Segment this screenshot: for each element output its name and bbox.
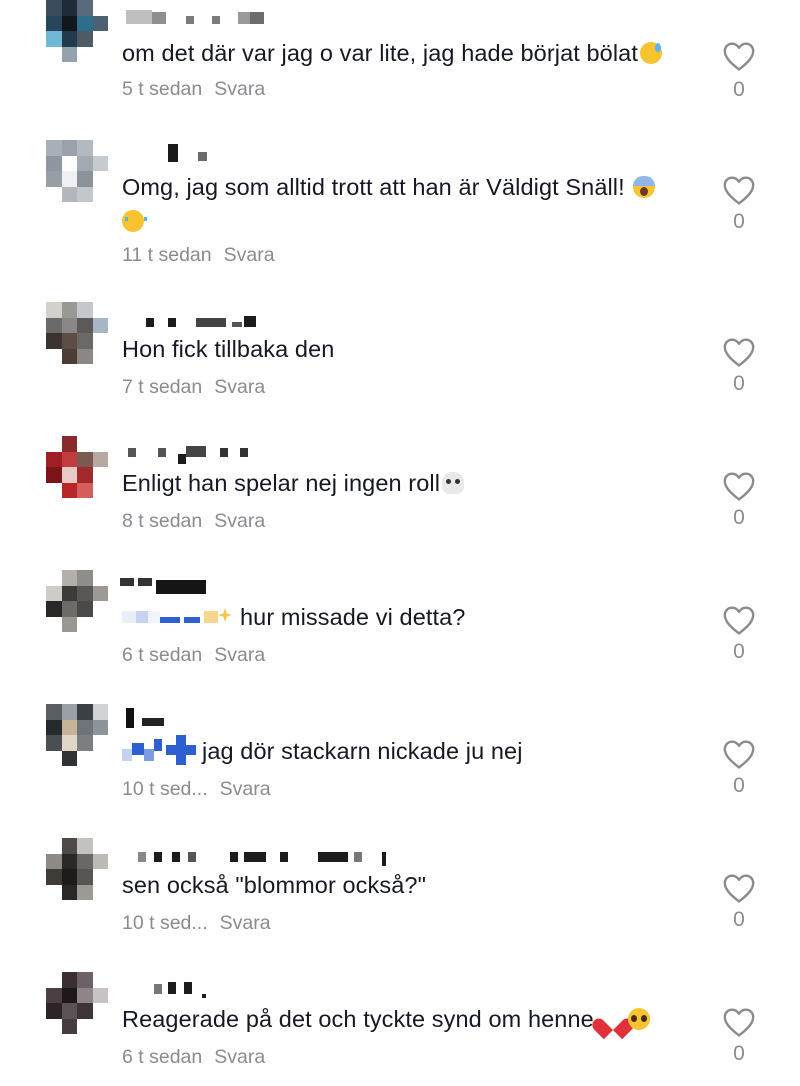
reply-button[interactable]: Svara bbox=[214, 376, 265, 398]
comment-meta: 5 t sedan Svara bbox=[122, 78, 265, 101]
skull-emoji bbox=[442, 472, 465, 494]
comment-meta: 11 t sedan Svara bbox=[122, 244, 275, 267]
comment-item: Hon fick tillbaka den 7 t sedan Svara 0 bbox=[0, 302, 800, 412]
comment-meta: 10 t sed... Svara bbox=[122, 778, 271, 801]
comment-item: hur missade vi detta? 6 t sedan Svara 0 bbox=[0, 570, 800, 680]
like-count: 0 bbox=[733, 210, 745, 233]
avatar[interactable] bbox=[46, 436, 108, 498]
avatar[interactable] bbox=[46, 570, 108, 632]
avatar[interactable] bbox=[46, 972, 108, 1034]
avatar[interactable] bbox=[46, 302, 108, 364]
comment-text: sen också "blommor också?" bbox=[122, 872, 427, 898]
timestamp: 10 t sed... bbox=[122, 778, 208, 800]
comment-item: Reagerade på det och tyckte synd om henn… bbox=[0, 972, 800, 1082]
avatar[interactable] bbox=[46, 0, 108, 62]
like-count: 0 bbox=[733, 774, 745, 797]
comment-item: om det där var jag o var lite, jag hade … bbox=[0, 0, 800, 130]
comment-item: jag dör stackarn nickade ju nej 10 t sed… bbox=[0, 704, 800, 814]
heart-outline-icon[interactable] bbox=[722, 470, 756, 502]
heart-outline-icon[interactable] bbox=[722, 604, 756, 636]
reply-button[interactable]: Svara bbox=[214, 78, 265, 100]
red-heart-emoji bbox=[602, 1008, 626, 1030]
like-count: 0 bbox=[733, 372, 745, 395]
like-count: 0 bbox=[733, 908, 745, 931]
timestamp: 10 t sed... bbox=[122, 912, 208, 934]
reply-button[interactable]: Svara bbox=[220, 778, 271, 800]
redacted-mention bbox=[122, 749, 132, 761]
comment-meta: 10 t sed... Svara bbox=[122, 912, 271, 935]
comment-meta: 7 t sedan Svara bbox=[122, 376, 265, 399]
crying-face-emoji bbox=[122, 210, 147, 232]
avatar[interactable] bbox=[46, 838, 108, 900]
reply-button[interactable]: Svara bbox=[214, 510, 265, 532]
comment-item: sen också "blommor också?" 10 t sed... Sv… bbox=[0, 838, 800, 948]
like-count: 0 bbox=[733, 78, 745, 101]
timestamp: 11 t sedan bbox=[122, 244, 212, 266]
username-redacted[interactable] bbox=[120, 310, 340, 330]
timestamp: 6 t sedan bbox=[122, 1046, 203, 1068]
redacted-mention bbox=[122, 611, 136, 623]
username-redacted[interactable] bbox=[120, 440, 340, 464]
username-redacted[interactable] bbox=[120, 706, 340, 728]
pleading-face-emoji bbox=[628, 1008, 651, 1030]
reply-button[interactable]: Svara bbox=[214, 1046, 265, 1068]
username-redacted[interactable] bbox=[120, 8, 340, 28]
comment-list: om det där var jag o var lite, jag hade … bbox=[0, 0, 800, 1086]
comment-text: Omg, jag som alltid trott att han är Väl… bbox=[122, 170, 702, 238]
blue-cross-emoji bbox=[166, 735, 196, 765]
reply-button[interactable]: Svara bbox=[224, 244, 275, 266]
like-count: 0 bbox=[733, 640, 745, 663]
heart-outline-icon[interactable] bbox=[722, 40, 756, 72]
timestamp: 6 t sedan bbox=[122, 644, 203, 666]
comment-text: Reagerade på det och tyckte synd om henn… bbox=[122, 1002, 702, 1036]
username-redacted[interactable] bbox=[120, 844, 386, 866]
heart-outline-icon[interactable] bbox=[722, 174, 756, 206]
reply-button[interactable]: Svara bbox=[214, 644, 265, 666]
username-redacted[interactable] bbox=[120, 976, 340, 998]
timestamp: 7 t sedan bbox=[122, 376, 203, 398]
screaming-face-emoji bbox=[633, 176, 656, 198]
username-redacted[interactable] bbox=[120, 574, 340, 594]
comment-item: Omg, jag som alltid trott att han är Väl… bbox=[0, 140, 800, 280]
comment-text: Hon fick tillbaka den bbox=[122, 336, 335, 362]
grinning-sweat-emoji bbox=[639, 42, 662, 64]
timestamp: 5 t sedan bbox=[122, 78, 203, 100]
comment-meta: 6 t sedan Svara bbox=[122, 1046, 265, 1069]
heart-outline-icon[interactable] bbox=[722, 336, 756, 368]
timestamp: 8 t sedan bbox=[122, 510, 203, 532]
username-redacted[interactable] bbox=[120, 142, 340, 162]
reply-button[interactable]: Svara bbox=[220, 912, 271, 934]
comment-text: jag dör stackarn nickade ju nej bbox=[122, 734, 702, 768]
avatar[interactable] bbox=[46, 140, 108, 202]
like-count: 0 bbox=[733, 1042, 745, 1065]
avatar[interactable] bbox=[46, 704, 108, 766]
sparkles-emoji bbox=[218, 608, 232, 622]
like-count: 0 bbox=[733, 506, 745, 529]
heart-outline-icon[interactable] bbox=[722, 1006, 756, 1038]
comment-meta: 8 t sedan Svara bbox=[122, 510, 265, 533]
comment-text: hur missade vi detta? bbox=[122, 600, 702, 634]
heart-outline-icon[interactable] bbox=[722, 738, 756, 770]
comment-text: Enligt han spelar nej ingen roll bbox=[122, 466, 702, 500]
comment-meta: 6 t sedan Svara bbox=[122, 644, 265, 667]
heart-outline-icon[interactable] bbox=[722, 872, 756, 904]
comment-item: Enligt han spelar nej ingen roll 8 t sed… bbox=[0, 436, 800, 546]
comment-text: om det där var jag o var lite, jag hade … bbox=[122, 36, 702, 70]
